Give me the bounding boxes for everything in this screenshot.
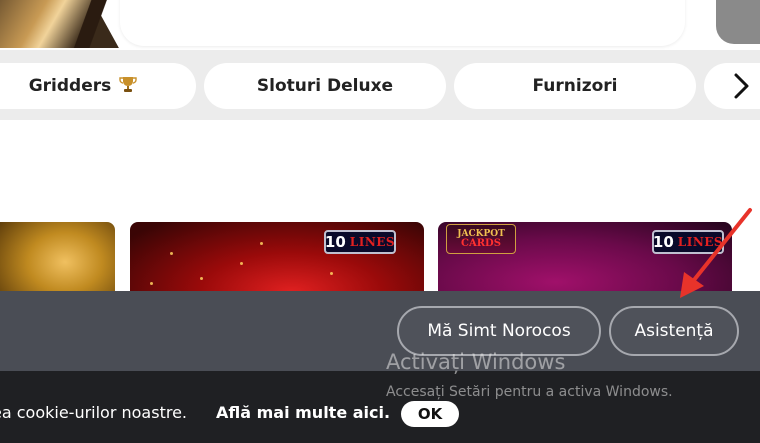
- account-corner[interactable]: [716, 0, 760, 44]
- category-label: Gridders: [28, 76, 112, 96]
- chevron-right-icon[interactable]: [726, 71, 756, 101]
- category-bar: Gridders Sloturi Deluxe Furnizori: [0, 50, 760, 120]
- category-sloturi-deluxe[interactable]: Sloturi Deluxe: [204, 63, 446, 109]
- category-label: Furnizori: [532, 76, 618, 96]
- banner-artwork: [0, 0, 120, 48]
- cookie-info-link[interactable]: Află mai multe aici.: [216, 403, 390, 422]
- lines-badge: 10 LINES: [324, 230, 396, 254]
- windows-watermark-title: Activați Windows: [386, 350, 566, 374]
- category-label: Sloturi Deluxe: [256, 76, 394, 96]
- windows-watermark-subtitle: Accesați Setări pentru a activa Windows.: [386, 384, 673, 400]
- cookie-ok-button[interactable]: OK: [401, 401, 459, 427]
- page: Gridders Sloturi Deluxe Furnizori 10 LIN…: [0, 0, 760, 443]
- trophy-icon: [119, 75, 137, 98]
- lines-badge: 10 LINES: [652, 230, 724, 254]
- cookie-text: ea cookie-urilor noastre.: [0, 403, 187, 422]
- lucky-button[interactable]: Mă Simt Norocos: [397, 306, 601, 356]
- category-furnizori[interactable]: Furnizori: [454, 63, 696, 109]
- top-banner: [0, 0, 760, 48]
- banner-card: [120, 0, 685, 46]
- category-gridders[interactable]: Gridders: [0, 63, 196, 109]
- support-button[interactable]: Asistență: [609, 306, 739, 356]
- jackpot-cards-logo: JACKPOT CARDS: [446, 224, 516, 254]
